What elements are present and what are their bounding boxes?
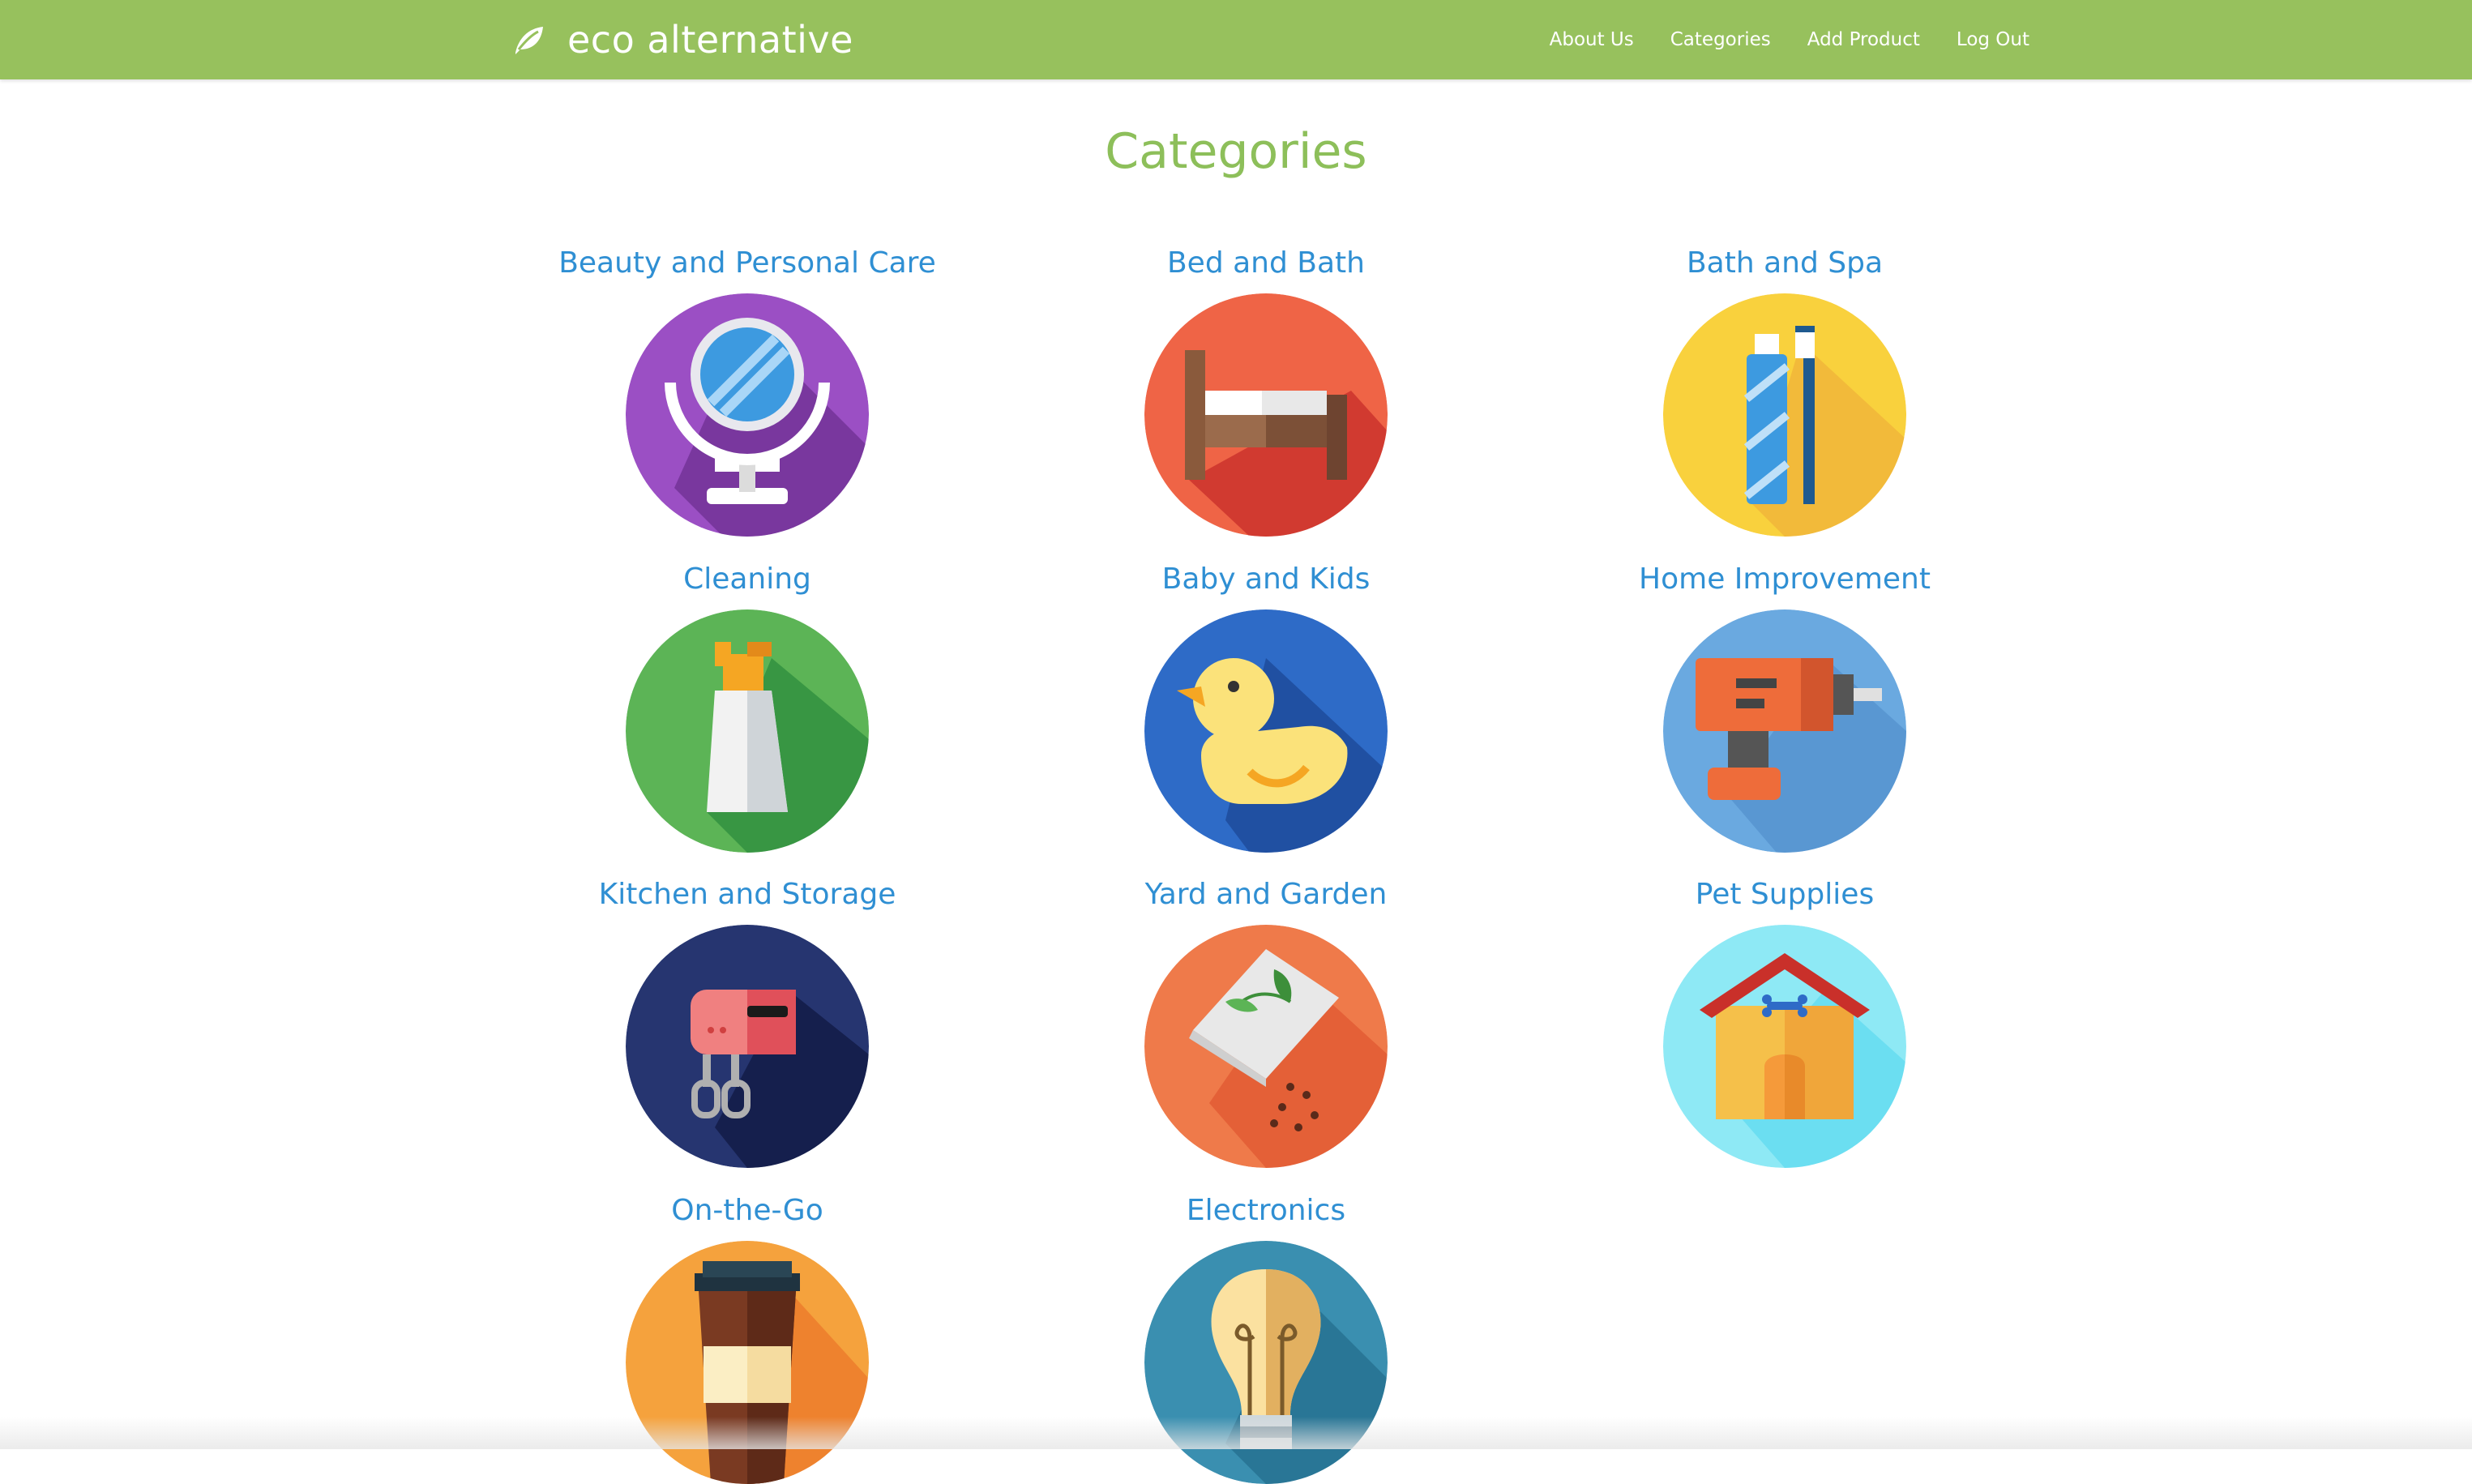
category-card-home-improvement[interactable]: Home Improvement (1525, 558, 2044, 853)
category-card-cleaning[interactable]: Cleaning (488, 558, 1007, 853)
category-label: Baby and Kids (1007, 558, 1525, 601)
category-card-kitchen-storage[interactable]: Kitchen and Storage (488, 873, 1007, 1168)
category-card-beauty[interactable]: Beauty and Personal Care (488, 242, 1007, 537)
category-label: Yard and Garden (1007, 873, 1525, 917)
category-label: Pet Supplies (1525, 873, 2044, 917)
mirror-icon (626, 293, 869, 537)
category-card-bath-spa[interactable]: Bath and Spa (1525, 242, 2044, 537)
spray-bottle-icon (626, 609, 869, 853)
category-label: On-the-Go (488, 1189, 1007, 1233)
mixer-icon (626, 925, 869, 1168)
category-card-baby-kids[interactable]: Baby and Kids (1007, 558, 1525, 853)
category-card-pet-supplies[interactable]: Pet Supplies (1525, 873, 2044, 1168)
category-card-bed-bath[interactable]: Bed and Bath (1007, 242, 1525, 537)
category-label: Bath and Spa (1525, 242, 2044, 285)
toothpaste-icon (1663, 293, 1906, 537)
rubber-duck-icon (1144, 609, 1388, 853)
category-grid: Beauty and Personal Care Bed and Bath (0, 0, 2472, 1449)
category-card-yard-garden[interactable]: Yard and Garden (1007, 873, 1525, 1168)
dog-house-icon (1663, 925, 1906, 1168)
category-label: Beauty and Personal Care (488, 242, 1007, 285)
category-label: Kitchen and Storage (488, 873, 1007, 917)
bed-icon (1144, 293, 1388, 537)
bottom-scroll-fade (0, 1417, 2472, 1449)
drill-icon (1663, 609, 1906, 853)
category-label: Home Improvement (1525, 558, 2044, 601)
category-label: Cleaning (488, 558, 1007, 601)
seed-packet-icon (1144, 925, 1388, 1168)
category-label: Bed and Bath (1007, 242, 1525, 285)
category-label: Electronics (1007, 1189, 1525, 1233)
